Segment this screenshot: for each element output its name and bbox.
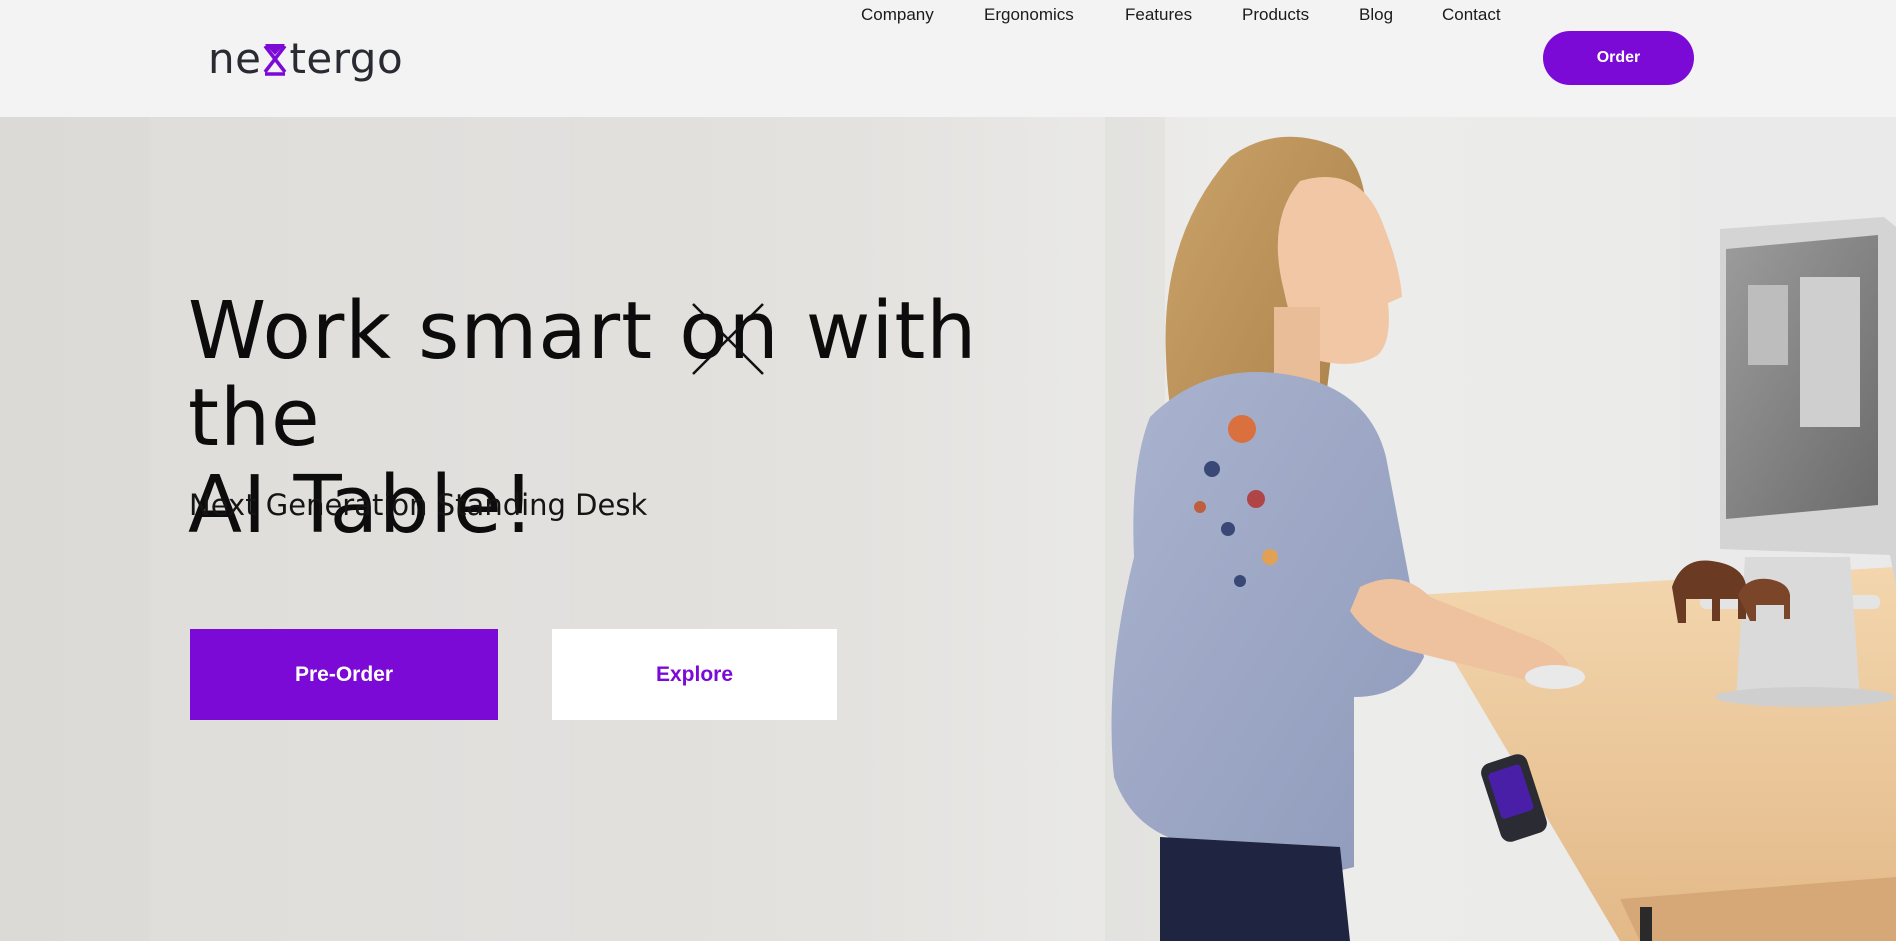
nav-products[interactable]: Products bbox=[1242, 0, 1309, 30]
logo-text-prefix: ne bbox=[208, 34, 262, 83]
nav-contact[interactable]: Contact bbox=[1442, 0, 1501, 30]
strike-x-icon bbox=[692, 303, 765, 375]
explore-button[interactable]: Explore bbox=[552, 629, 837, 720]
order-button[interactable]: Order bbox=[1543, 31, 1694, 85]
preorder-button[interactable]: Pre-Order bbox=[190, 629, 498, 720]
nav-company[interactable]: Company bbox=[861, 0, 934, 30]
nav-blog[interactable]: Blog bbox=[1359, 0, 1393, 30]
nav-ergonomics[interactable]: Ergonomics bbox=[984, 0, 1074, 30]
nextergo-logo[interactable]: ne tergo bbox=[208, 34, 403, 84]
logo-text-suffix: tergo bbox=[289, 34, 404, 83]
logo-x-mark-icon bbox=[264, 44, 287, 76]
nav-features[interactable]: Features bbox=[1125, 0, 1192, 30]
headline-text-part1: Work smart bbox=[188, 285, 680, 377]
hero-subheadline: Next Generation Standing Desk bbox=[189, 488, 648, 522]
site-header: ne tergo Company Ergonomics Features Pro… bbox=[0, 0, 1896, 117]
headline-struck-word: on bbox=[679, 288, 779, 375]
